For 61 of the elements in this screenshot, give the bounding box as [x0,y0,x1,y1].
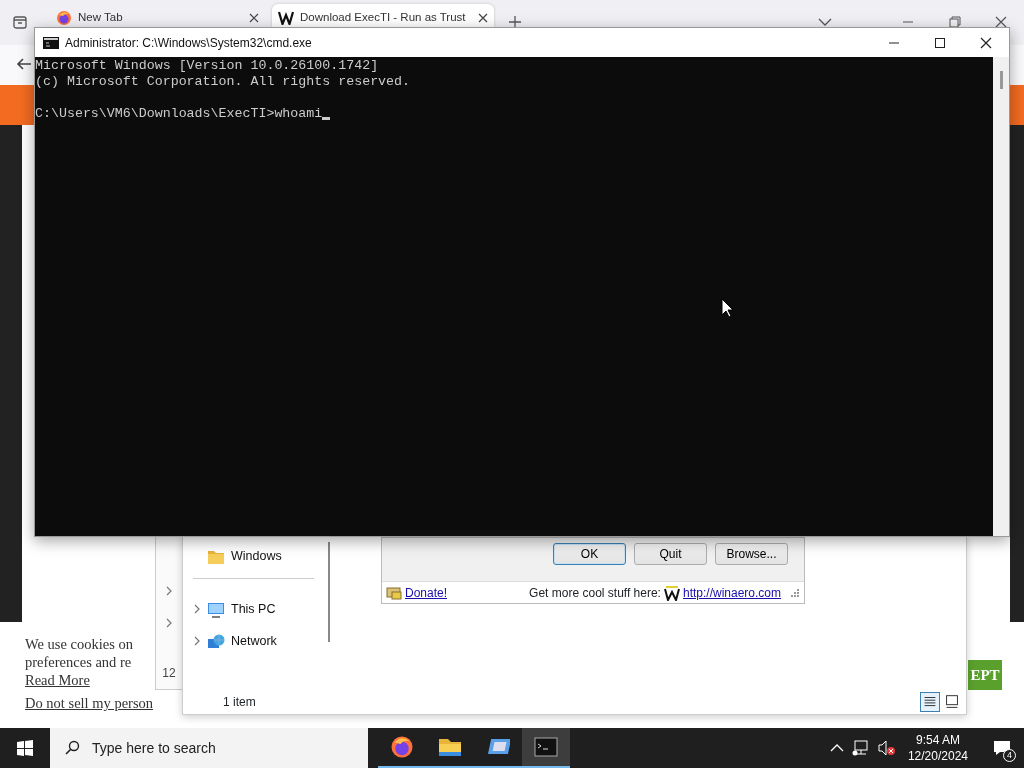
dialog-button[interactable]: Browse... [715,543,788,565]
notifications-button[interactable]: 4 [980,728,1024,768]
firefox-icon [390,735,414,759]
maximize-icon[interactable] [934,36,946,49]
firefox-icon [56,9,72,26]
console-text: Microsoft Windows [Version 10.0.26100.1742] [35,58,379,74]
computer-icon [207,600,225,618]
details-view-icon[interactable] [920,692,940,712]
close-icon[interactable] [980,36,992,49]
search-field[interactable]: Type here to search [50,728,368,768]
mouse-pointer-icon [721,298,734,318]
chevron-up-icon[interactable] [829,743,844,753]
nav-item[interactable]: Windows [231,546,282,566]
new-tab-icon[interactable] [508,15,522,29]
network-icon[interactable] [851,740,870,756]
close-icon[interactable] [249,12,259,23]
nav-item[interactable]: This PC [231,599,276,619]
winaero-logo-icon [663,584,680,601]
promo-text: Get more cool stuff here: [529,584,661,602]
chevron-right-icon[interactable] [193,636,201,646]
website-link[interactable]: http://winaero.com [682,583,781,602]
resize-grip-icon [790,587,800,598]
windows-logo-icon [17,740,33,756]
browser-tab[interactable]: New Tab [50,4,265,27]
banner-text: preferences and re [25,653,132,671]
console-prompt: C:\Users\VM6\Downloads\ExecTI> [35,106,275,122]
network-icon [207,632,225,650]
console-icon [43,36,59,49]
clock[interactable]: 9:54 AM 12/20/2024 [903,732,972,764]
console-text: (c) Microsoft Corporation. All rights reserved. [35,74,411,90]
chevron-right-icon[interactable] [165,586,173,596]
volume-muted-icon[interactable] [877,740,896,756]
back-arrow-icon[interactable] [16,57,32,71]
item-count-text: 12 [162,665,176,682]
search-icon [64,740,80,756]
restore-icon[interactable] [949,16,961,28]
tab-list-icon[interactable] [12,14,28,30]
donate-link[interactable]: Donate! [405,583,448,602]
dialog-button[interactable]: OK [553,543,626,565]
message-icon [993,740,1011,756]
scrollbar[interactable] [993,57,1009,536]
console-icon [534,735,558,759]
chevron-down-icon[interactable] [818,17,832,27]
status-text: 1 item [223,694,257,711]
taskbar-app[interactable] [522,728,570,768]
notification-badge: 4 [1003,749,1016,762]
dialog-button[interactable]: Quit [634,543,707,565]
banner-link[interactable]: Read More [25,672,90,688]
text-cursor [322,117,331,120]
donate-icon [386,585,402,600]
close-icon[interactable] [478,12,488,23]
close-icon[interactable] [995,16,1007,28]
winaero-logo-icon [278,10,294,25]
window-title: Administrator: C:\Windows\System32\cmd.exe [65,34,313,52]
chevron-right-icon[interactable] [193,604,201,614]
chevron-right-icon[interactable] [165,618,173,628]
browser-tab[interactable]: Download ExecTI - Run as Trust [272,4,494,27]
banner-text: We use cookies on [25,635,133,653]
banner-link[interactable]: Do not sell my person [25,695,154,711]
nav-item[interactable]: Network [231,631,277,651]
console-input[interactable]: whoami [274,106,323,122]
